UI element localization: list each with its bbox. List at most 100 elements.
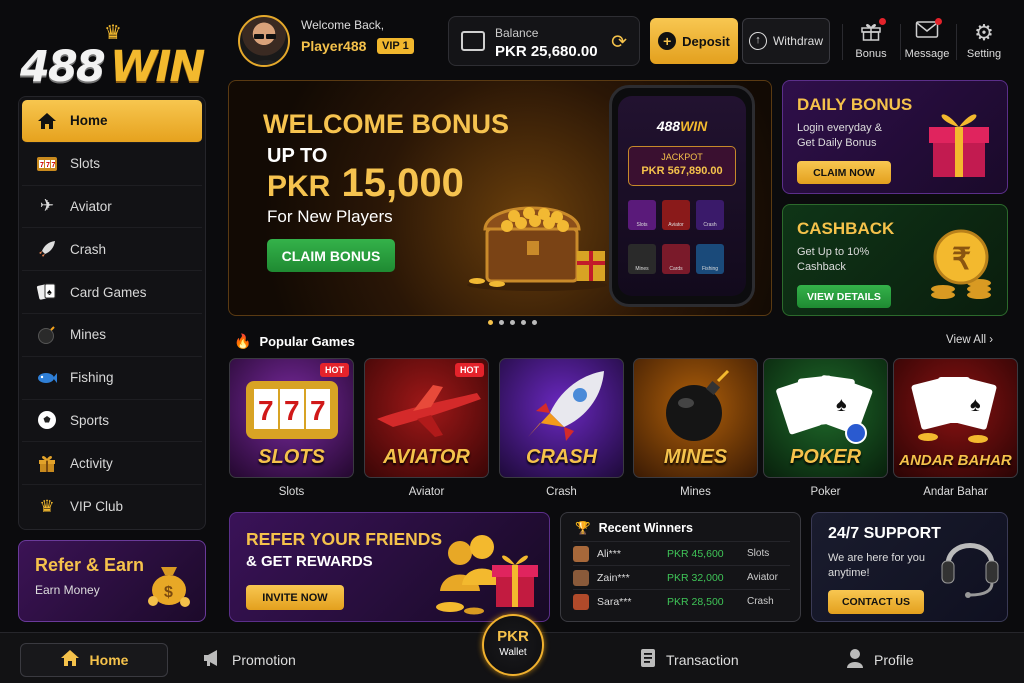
sidebar-item-label: Home [70,113,108,129]
bottom-nav-home[interactable]: Home [20,643,168,677]
deposit-button[interactable]: + Deposit [650,18,738,64]
winner-row: Ali*** PKR 45,600 Slots [573,541,790,565]
jackpot-label: JACKPOT [661,152,703,162]
withdraw-button[interactable]: ↑ Withdraw [742,18,830,64]
game-title: MINES [663,446,728,468]
avatar [573,569,589,586]
game-card-andar-bahar[interactable]: ♠ ANDAR BAHAR [893,358,1018,478]
recent-winners-header: 🏆 Recent Winners [575,521,693,536]
message-button[interactable]: Message [902,18,952,60]
bottom-nav-label: Transaction [666,652,739,668]
sidebar-item-vip-club[interactable]: ♛ VIP Club [22,485,202,528]
carousel-dot[interactable] [488,320,493,325]
sidebar-item-aviator[interactable]: ✈ Aviator [22,186,202,229]
hot-badge: HOT [320,363,349,377]
cards-icon: ♠ [36,281,58,303]
bottom-nav-label: Home [89,652,129,668]
svg-text:7: 7 [40,162,44,169]
sidebar-item-label: VIP Club [70,499,124,515]
sidebar-item-fishing[interactable]: Fishing [22,357,202,400]
setting-button[interactable]: ⚙ Setting [959,20,1009,60]
sidebar-item-card-games[interactable]: ♠ Card Games [22,271,202,314]
contact-us-button[interactable]: CONTACT US [828,590,924,614]
bonus-button[interactable]: Bonus [846,18,896,60]
refer-friends-card[interactable]: REFER YOUR FRIENDS & GET REWARDS INVITE … [229,512,550,622]
winner-game: Aviator [747,572,778,583]
game-card-aviator[interactable]: HOT AVIATOR [364,358,489,478]
welcome-bonus-banner[interactable]: WELCOME BONUS UP TO PKR 15,000 For New P… [228,80,772,316]
avatar[interactable] [238,15,290,67]
welcome-text: Welcome Back, [301,18,385,32]
carousel-dot[interactable] [499,320,504,325]
invite-now-button[interactable]: INVITE NOW [246,585,344,610]
bomb-icon [666,369,730,441]
winner-amount: PKR 28,500 [667,595,724,608]
arrow-up-icon: ↑ [748,32,767,50]
sidebar-item-label: Sports [70,412,110,428]
bottom-nav-label: Profile [874,652,914,668]
bottom-nav-profile[interactable]: Profile [846,643,914,677]
winner-name: Zain*** [597,571,630,584]
winner-game: Crash [747,596,774,607]
bottom-nav-promotion[interactable]: Promotion [202,643,296,677]
banner-currency: PKR [267,170,331,203]
phone-game-tile: Slots [628,200,656,230]
carousel-dot[interactable] [510,320,515,325]
sidebar-item-sports[interactable]: Sports [22,400,202,443]
sidebar-item-home[interactable]: Home [22,100,202,143]
game-card-crash[interactable]: CRASH [499,358,624,478]
phone-game-tile: Cards [662,244,690,274]
recent-winners-panel: 🏆 Recent Winners Ali*** PKR 45,600 Slots… [560,512,801,622]
bottom-nav-transaction[interactable]: Transaction [640,643,739,677]
sidebar-item-label: Slots [70,156,101,172]
svg-text:7: 7 [52,162,56,169]
sidebar-item-activity[interactable]: Activity [22,442,202,486]
gear-icon: ⚙ [974,20,994,45]
logo-word: WIN [110,42,205,92]
header-icon-label: Bonus [855,48,887,60]
hot-badge: HOT [455,363,484,377]
game-card-poker[interactable]: ♠ POKER [763,358,888,478]
sidebar-item-mines[interactable]: Mines [22,314,202,357]
brand-logo[interactable]: ♛ 488 WIN [18,18,213,92]
game-caption: Mines [680,486,711,498]
sidebar-item-slots[interactable]: 777 Slots [22,143,202,186]
divider [842,24,843,60]
carousel-dots [488,320,537,325]
phone-logo-number: 488 [656,118,681,134]
game-card-slots[interactable]: 777 HOT SLOTS [229,358,354,478]
carousel-dot[interactable] [521,320,526,325]
balance-box: Balance PKR 25,680.00 ⟳ [448,16,640,66]
sidebar: Home 777 Slots ✈ Aviator Crash ♠ Card Ga… [18,96,206,530]
fish-icon [36,367,58,389]
popular-games-title: Popular Games [259,334,355,349]
daily-bonus-card[interactable]: DAILY BONUS Login everyday & Get Daily B… [782,80,1008,194]
game-caption: Aviator [408,486,445,498]
sidebar-item-crash[interactable]: Crash [22,228,202,272]
deposit-label: Deposit [682,33,730,49]
claim-now-button[interactable]: CLAIM NOW [797,161,891,184]
carousel-dot[interactable] [532,320,537,325]
vip-badge: VIP 1 [377,38,414,54]
wallet-button[interactable]: PKR Wallet [482,614,544,676]
popular-games-heading: 🔥 Popular Games [234,333,355,350]
rupee-coin-icon: ₹ [931,229,991,299]
game-title: SLOTS [258,446,325,468]
game-card-mines[interactable]: MINES [633,358,758,478]
phone-mockup: 488WIN JACKPOT PKR 567,890.00 Slots Avia… [609,85,755,307]
refresh-icon[interactable]: ⟳ [611,31,627,54]
winner-game: Slots [747,548,770,559]
money-bag-icon: $ [148,567,190,607]
refer-earn-card[interactable]: Refer & Earn Earn Money $ [18,540,206,622]
game-caption: Crash [546,486,577,498]
view-all-link[interactable]: View All › [946,334,993,346]
refer-friends-subtitle: & GET REWARDS [246,553,373,570]
logo-number: 488 [20,42,106,92]
view-details-button[interactable]: VIEW DETAILS [797,285,891,308]
cashback-card[interactable]: CASHBACK Get Up to 10% Cashback VIEW DET… [782,204,1008,316]
divider [956,24,957,60]
wallet-currency: PKR [497,628,529,645]
claim-bonus-button[interactable]: CLAIM BONUS [267,239,395,272]
support-card[interactable]: 24/7 SUPPORT We are here for you anytime… [811,512,1008,622]
crown-icon: ♛ [39,496,55,516]
